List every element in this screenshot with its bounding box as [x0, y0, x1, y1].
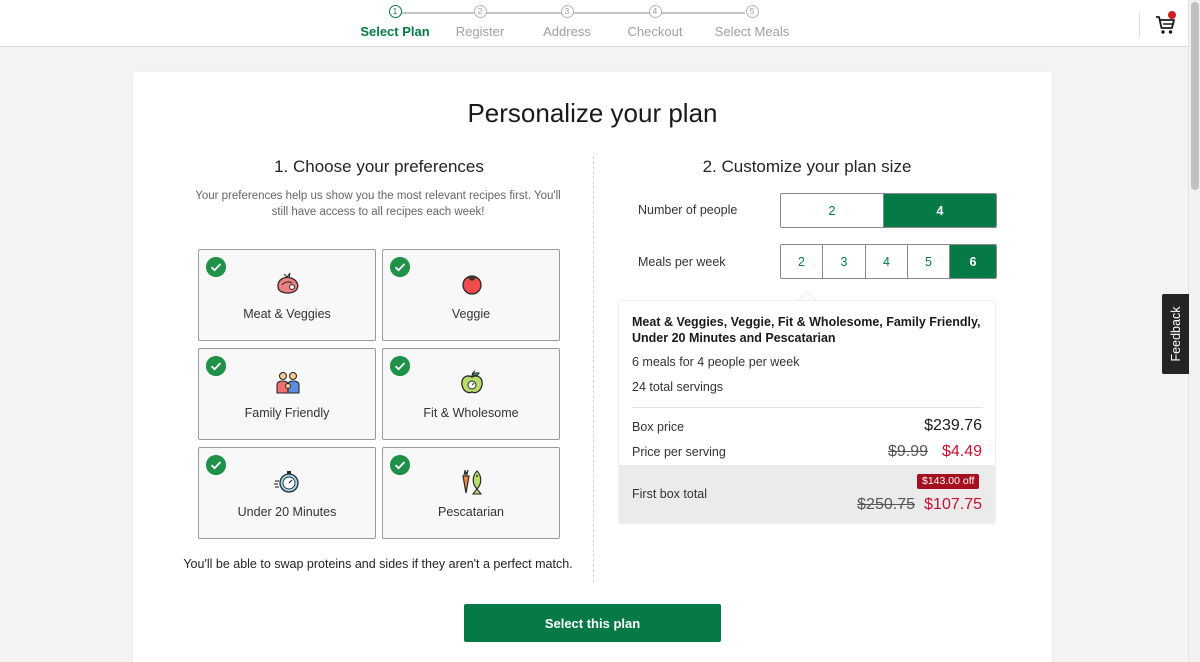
pref-tile-label: Family Friendly	[244, 406, 330, 420]
checkout-stepper: 1 Select Plan 2 Register 3 Address 4 Che…	[340, 4, 800, 44]
check-icon	[206, 455, 226, 475]
plan-size-title: 2. Customize your plan size	[702, 157, 912, 176]
pref-tile-label: Under 20 Minutes	[237, 505, 337, 519]
per-serving-original-price: $9.99	[887, 443, 928, 460]
step-circle: 5	[745, 5, 759, 18]
people-selector: 2 4	[780, 193, 997, 228]
step-label: Select Meals	[714, 24, 790, 39]
step-circle: 4	[648, 5, 662, 18]
pref-tile-family-friendly[interactable]: Family Friendly	[198, 348, 376, 440]
step-select-meals[interactable]: 5 Select Meals	[697, 4, 807, 39]
check-icon	[206, 257, 226, 277]
meals-option-6[interactable]: 6	[950, 245, 996, 278]
tomato-icon	[462, 275, 482, 295]
box-price-value: $239.76	[924, 417, 982, 434]
step-circle: 2	[473, 5, 487, 18]
swap-note: You'll be able to swap proteins and side…	[183, 557, 573, 571]
pref-tile-fit-wholesome[interactable]: Fit & Wholesome	[382, 348, 560, 440]
header-divider	[1139, 12, 1140, 38]
step-checkout[interactable]: 4 Checkout	[600, 4, 710, 39]
first-box-original-price: $250.75	[857, 496, 915, 513]
check-icon	[390, 257, 410, 277]
summary-meals-line: 6 meals for 4 people per week	[632, 355, 800, 369]
people-option-2[interactable]: 2	[781, 194, 884, 227]
box-price-label: Box price	[632, 420, 685, 434]
feedback-label: Feedback	[1168, 306, 1183, 362]
per-serving-price: $4.49	[941, 443, 982, 460]
family-icon	[276, 371, 300, 394]
summary-preferences: Meat & Veggies, Veggie, Fit & Wholesome,…	[632, 315, 981, 345]
cart-badge-dot	[1168, 11, 1176, 19]
steak-icon	[277, 272, 299, 294]
summary-divider	[632, 407, 982, 408]
meals-selector: 2 3 4 5 6	[780, 244, 997, 279]
page-title: Personalize your plan	[467, 98, 718, 128]
first-box-total-row: First box total $143.00 off $250.75 $107…	[619, 465, 995, 523]
first-box-price: $107.75	[924, 496, 982, 513]
apple-icon	[461, 370, 483, 394]
people-label: Number of people	[638, 203, 738, 217]
meals-option-5[interactable]: 5	[908, 245, 950, 278]
meals-label: Meals per week	[638, 255, 726, 269]
check-icon	[390, 356, 410, 376]
pref-tile-pescatarian[interactable]: Pescatarian	[382, 447, 560, 539]
check-icon	[390, 455, 410, 475]
check-icon	[206, 356, 226, 376]
pref-tile-under-20-minutes[interactable]: Under 20 Minutes	[198, 447, 376, 539]
stopwatch-icon	[274, 471, 299, 493]
feedback-tab[interactable]: Feedback	[1162, 294, 1189, 374]
meals-option-3[interactable]: 3	[823, 245, 866, 278]
pref-tile-label: Fit & Wholesome	[423, 406, 519, 420]
fish-carrot-icon	[462, 469, 483, 495]
first-box-label: First box total	[632, 487, 708, 501]
page-scrollbar[interactable]	[1188, 0, 1200, 662]
step-circle: 3	[560, 5, 574, 18]
step-circle: 1	[388, 5, 402, 18]
plan-summary: Meat & Veggies, Veggie, Fit & Wholesome,…	[619, 301, 995, 523]
preferences-help-text: Your preferences help us show you the mo…	[195, 190, 561, 218]
plan-card: Personalize your plan 1. Choose your pre…	[133, 72, 1052, 662]
pref-tile-meat-veggies[interactable]: Meat & Veggies	[198, 249, 376, 341]
discount-badge: $143.00 off	[917, 474, 980, 489]
meals-option-2[interactable]: 2	[781, 245, 823, 278]
summary-servings-line: 24 total servings	[632, 380, 724, 394]
pref-tile-label: Pescatarian	[437, 505, 504, 519]
preferences-title: 1. Choose your preferences	[274, 157, 484, 176]
per-serving-label: Price per serving	[632, 445, 726, 459]
pref-tile-label: Meat & Veggies	[243, 307, 331, 321]
top-header: 1 Select Plan 2 Register 3 Address 4 Che…	[0, 0, 1188, 47]
meals-option-4[interactable]: 4	[866, 245, 908, 278]
column-divider	[593, 156, 594, 582]
step-label: Checkout	[627, 24, 683, 39]
scrollbar-thumb[interactable]	[1191, 2, 1199, 190]
people-option-4[interactable]: 4	[884, 194, 996, 227]
pref-tile-veggie[interactable]: Veggie	[382, 249, 560, 341]
select-plan-button[interactable]: Select this plan	[464, 604, 721, 642]
pref-tile-label: Veggie	[451, 307, 491, 321]
